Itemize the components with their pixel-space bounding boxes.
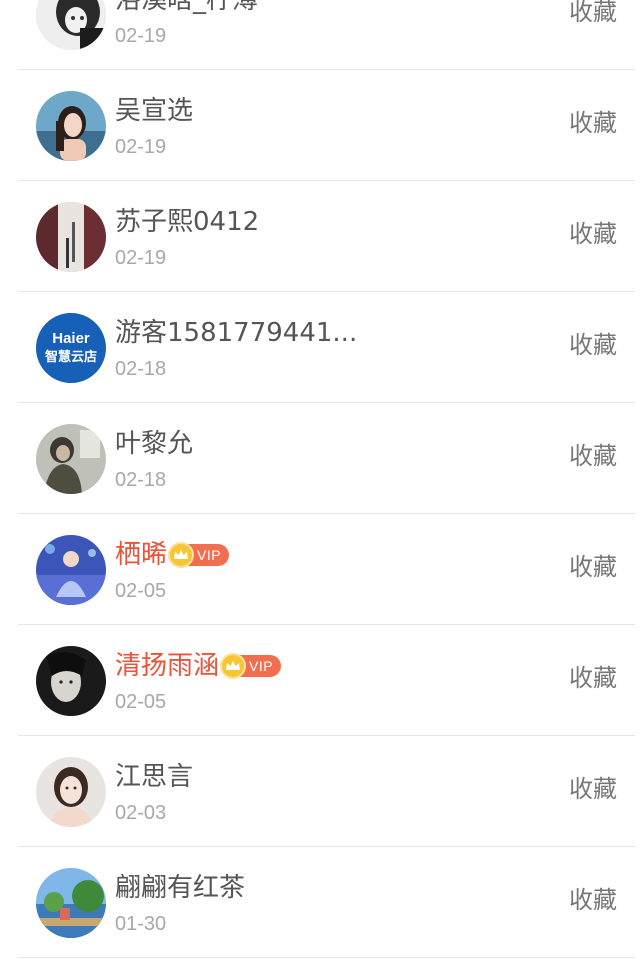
date-label: 02-05 xyxy=(115,580,167,602)
avatar[interactable] xyxy=(36,202,106,272)
list-item[interactable]: 吴宣选 02-19 收藏 xyxy=(18,70,635,181)
favorite-button[interactable]: 收藏 xyxy=(569,552,617,582)
avatar[interactable] xyxy=(36,424,106,494)
favorite-button[interactable]: 收藏 xyxy=(569,330,617,360)
favorite-button[interactable]: 收藏 xyxy=(569,0,617,27)
avatar[interactable] xyxy=(36,757,106,827)
date-label: 02-05 xyxy=(115,691,167,713)
user-name[interactable]: 游客1581779441... xyxy=(115,316,357,350)
date-label: 02-19 xyxy=(115,136,167,158)
user-name[interactable]: 吴宣选 xyxy=(115,94,193,128)
user-name[interactable]: 清扬雨涵 xyxy=(115,649,219,683)
list-item[interactable]: 清扬雨涵 VIP 02-05 收藏 xyxy=(18,625,635,736)
crown-icon xyxy=(168,542,195,568)
name-line: 洛溪晗_柠薄 xyxy=(115,0,258,17)
avatar[interactable] xyxy=(36,868,106,938)
vip-badge: VIP xyxy=(168,542,230,568)
list-item[interactable]: 叶黎允 02-18 收藏 xyxy=(18,403,635,514)
favorite-button[interactable]: 收藏 xyxy=(569,885,617,915)
user-name[interactable]: 翩翩有红茶 xyxy=(115,871,245,905)
avatar[interactable]: Haier 智慧云店 xyxy=(36,313,106,383)
date-label: 02-19 xyxy=(115,25,167,47)
date-label: 02-03 xyxy=(115,802,167,824)
user-name[interactable]: 江思言 xyxy=(115,760,193,794)
favorite-button[interactable]: 收藏 xyxy=(569,774,617,804)
name-line: 游客1581779441... xyxy=(115,316,357,350)
name-line: 苏子熙0412 xyxy=(115,205,259,239)
list-item[interactable]: 栖晞 VIP 02-05 收藏 xyxy=(18,514,635,625)
date-label: 02-18 xyxy=(115,469,167,491)
favorite-button[interactable]: 收藏 xyxy=(569,663,617,693)
haier-logo-subtext: 智慧云店 xyxy=(45,349,97,365)
date-label: 01-30 xyxy=(115,913,167,935)
user-name[interactable]: 苏子熙0412 xyxy=(115,205,259,239)
vip-badge: VIP xyxy=(220,653,282,679)
name-line: 江思言 xyxy=(115,760,193,794)
user-name[interactable]: 叶黎允 xyxy=(115,427,193,461)
avatar[interactable] xyxy=(36,646,106,716)
name-line: 翩翩有红茶 xyxy=(115,871,245,905)
avatar[interactable] xyxy=(36,0,106,50)
favorite-button[interactable]: 收藏 xyxy=(569,108,617,138)
date-label: 02-19 xyxy=(115,247,167,269)
user-list: 洛溪晗_柠薄 02-19 收藏 吴宣选 02-19 收藏 苏子熙0412 02-… xyxy=(0,0,640,958)
vip-label: VIP xyxy=(197,547,222,563)
name-line: 栖晞 VIP xyxy=(115,538,230,572)
list-item[interactable]: 江思言 02-03 收藏 xyxy=(18,736,635,847)
date-label: 02-18 xyxy=(115,358,167,380)
name-line: 清扬雨涵 VIP xyxy=(115,649,282,683)
favorite-button[interactable]: 收藏 xyxy=(569,219,617,249)
list-item[interactable]: Haier 智慧云店 游客1581779441... 02-18 收藏 xyxy=(18,292,635,403)
list-item[interactable]: 翩翩有红茶 01-30 收藏 xyxy=(18,847,635,958)
user-name[interactable]: 洛溪晗_柠薄 xyxy=(115,0,258,17)
list-item[interactable]: 洛溪晗_柠薄 02-19 收藏 xyxy=(18,0,635,70)
list-item[interactable]: 苏子熙0412 02-19 收藏 xyxy=(18,181,635,292)
haier-logo-text: Haier xyxy=(52,330,90,347)
vip-label: VIP xyxy=(249,658,274,674)
avatar[interactable] xyxy=(36,535,106,605)
crown-icon xyxy=(220,653,247,679)
name-line: 叶黎允 xyxy=(115,427,193,461)
favorite-button[interactable]: 收藏 xyxy=(569,441,617,471)
avatar[interactable] xyxy=(36,91,106,161)
user-name[interactable]: 栖晞 xyxy=(115,538,167,572)
name-line: 吴宣选 xyxy=(115,94,193,128)
